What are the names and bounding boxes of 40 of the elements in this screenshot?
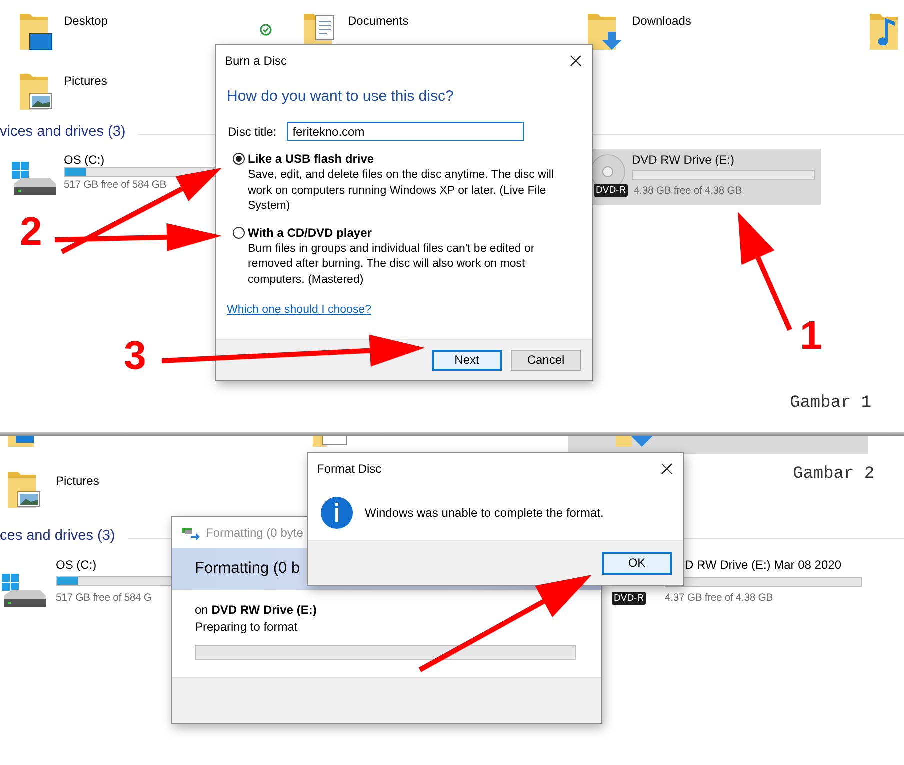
section-heading: ces and drives (3) [0,528,116,544]
folder-name[interactable]: Pictures [64,74,108,88]
free-space-text: 4.37 GB free of 4.38 GB [665,592,774,604]
folder-name[interactable]: Documents [348,14,409,28]
drive-name[interactable]: DVD RW Drive (E:) [632,153,734,167]
free-space-text: 517 GB free of 584 G [56,592,152,604]
folder-name[interactable]: Downloads [632,14,692,28]
drive-badge: DVD-R [594,184,628,197]
header-title: Formatting (0 b [195,560,300,578]
drive-name[interactable]: OS (C:) [56,558,97,572]
window-title: Format Disc [317,462,382,476]
field-label: Disc title: [228,124,277,138]
dialog-heading: How do you want to use this disc? [227,88,455,105]
folder-name[interactable]: Desktop [64,14,108,28]
window-title: Burn a Disc [225,54,288,68]
dialog-button[interactable]: Cancel [511,350,581,370]
drive-name[interactable]: D RW Drive (E:) Mar 08 2020 [685,558,842,572]
help-link[interactable]: Which one should I choose? [227,304,372,316]
figure-caption: Gambar 2 [793,465,875,484]
free-space-text: 4.38 GB free of 4.38 GB [634,185,742,197]
step-number: 2 [20,212,42,252]
step-number: 3 [124,336,146,376]
folder-name[interactable]: Pictures [56,474,100,488]
option-description: Burn files in groups and individual files can't be edited or removed after burning. The disc will also work on most computers. (Mastered) [248,242,536,288]
dialog-message: Windows was unable to complete the format. [365,506,604,520]
option-label[interactable]: Like a USB flash drive [248,152,374,166]
window-title: Formatting (0 byte [206,526,304,540]
disc-title-field[interactable]: feritekno.com [286,122,524,141]
option-label[interactable]: With a CD/DVD player [248,226,372,240]
drive-name[interactable]: OS (C:) [64,153,105,167]
section-heading: vices and drives (3) [0,124,126,140]
status-text: Preparing to format [195,619,299,636]
dialog-button[interactable]: OK [602,552,672,574]
target-drive-text: on DVD RW Drive (E:) [195,602,318,619]
dialog-button[interactable]: Next [432,350,502,370]
figure-caption: Gambar 1 [790,394,872,413]
free-space-text: 517 GB free of 584 GB [64,179,167,191]
option-description: Save, edit, and delete files on the disc anytime. The disc will work on computers running Windows XP or later. (Live File System) [248,168,555,214]
drive-badge: DVD-R [612,592,646,605]
step-number: 1 [800,316,822,356]
